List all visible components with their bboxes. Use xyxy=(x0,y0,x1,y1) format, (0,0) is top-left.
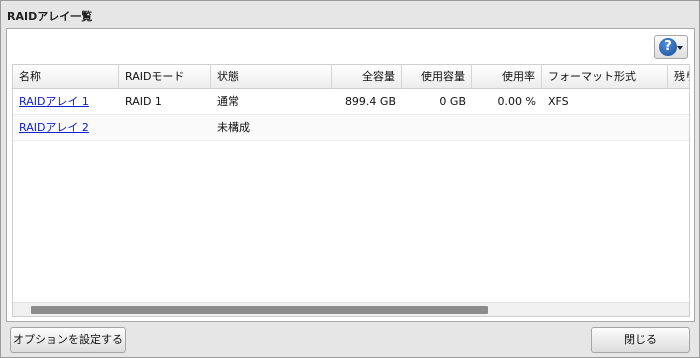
raid-mode-cell: RAID 1 xyxy=(125,95,162,108)
raid-array-1-link[interactable]: RAIDアレイ 1 xyxy=(19,95,89,108)
column-header-format[interactable]: フォーマット形式 xyxy=(542,65,668,89)
usage-rate-cell xyxy=(472,115,542,141)
used-capacity-cell xyxy=(402,115,472,141)
remaining-cell xyxy=(668,115,689,141)
content-panel: ? 名称 RAIDモード 状態 全容量 使用容量 使用率 フォーマット形式 残り… xyxy=(6,28,695,322)
format-cell: XFS xyxy=(548,95,569,108)
status-cell: 通常 xyxy=(217,95,239,108)
array-name-cell: RAIDアレイ 2 xyxy=(13,115,119,141)
column-header-remaining[interactable]: 残り xyxy=(668,65,689,89)
column-header-total-capacity[interactable]: 全容量 xyxy=(332,65,402,89)
set-options-button[interactable]: オプションを設定する xyxy=(10,327,126,353)
raid-mode-cell xyxy=(119,115,211,141)
usage-rate-cell: 0.00 % xyxy=(497,95,536,108)
column-header-status[interactable]: 状態 xyxy=(211,65,332,89)
used-capacity-cell: 0 GB xyxy=(439,95,466,108)
scrollbar-thumb[interactable] xyxy=(31,306,488,314)
help-button[interactable]: ? xyxy=(654,35,688,59)
table-row[interactable]: RAIDアレイ 2 未構成 xyxy=(13,115,689,141)
horizontal-scrollbar[interactable] xyxy=(13,302,689,316)
remaining-cell xyxy=(668,89,689,115)
chevron-down-icon xyxy=(677,46,683,50)
dialog-title: RAIDアレイ一覧 xyxy=(7,10,93,23)
raid-array-list-dialog: RAIDアレイ一覧 ? 名称 RAIDモード 状態 全容量 使用容量 使用率 フ… xyxy=(0,0,700,358)
array-name-cell: RAIDアレイ 1 xyxy=(13,89,119,115)
column-header-usage-rate[interactable]: 使用率 xyxy=(472,65,542,89)
format-cell xyxy=(542,115,668,141)
total-capacity-cell: 899.4 GB xyxy=(344,95,396,108)
close-button[interactable]: 閉じる xyxy=(591,327,690,353)
table-header: 名称 RAIDモード 状態 全容量 使用容量 使用率 フォーマット形式 残り xyxy=(13,65,689,89)
table-row[interactable]: RAIDアレイ 1 RAID 1 通常 899.4 GB 0 GB 0.00 %… xyxy=(13,89,689,115)
status-cell: 未構成 xyxy=(217,121,250,134)
column-header-used-capacity[interactable]: 使用容量 xyxy=(402,65,472,89)
raid-array-table: 名称 RAIDモード 状態 全容量 使用容量 使用率 フォーマット形式 残り R… xyxy=(12,64,690,317)
raid-array-2-link[interactable]: RAIDアレイ 2 xyxy=(19,121,89,134)
total-capacity-cell xyxy=(332,115,402,141)
help-icon: ? xyxy=(659,38,677,56)
column-header-raid-mode[interactable]: RAIDモード xyxy=(119,65,211,89)
column-header-name[interactable]: 名称 xyxy=(13,65,119,89)
